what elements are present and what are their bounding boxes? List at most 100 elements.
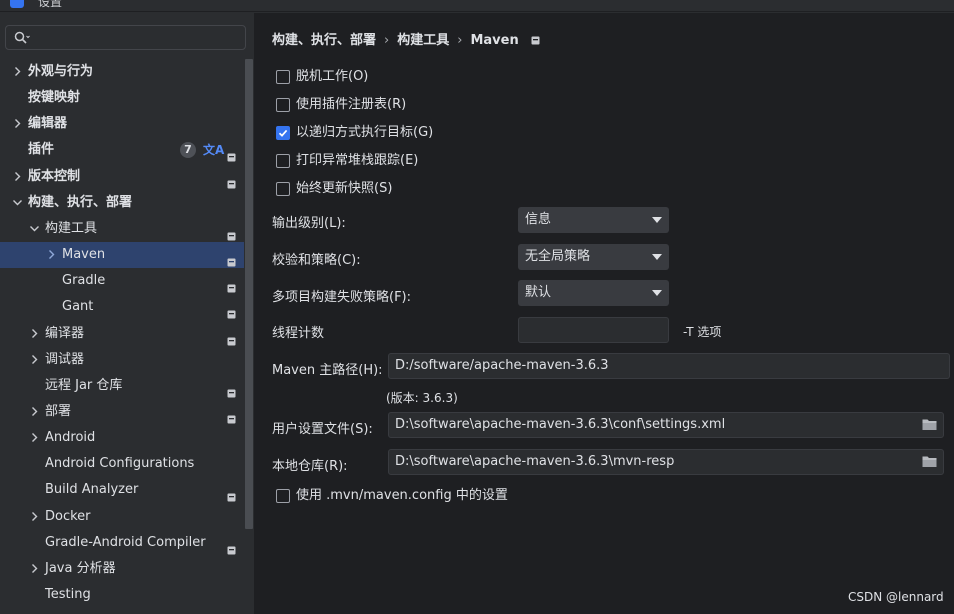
sidebar-item-label: Gant [62,299,94,315]
folder-icon[interactable] [922,418,937,431]
chevron-right-icon[interactable] [29,321,41,347]
chevron-right-icon[interactable] [29,347,41,373]
pin-icon [227,277,236,293]
chevron-down-icon[interactable] [12,190,24,216]
checkbox-label: 始终更新快照(S) [296,181,393,196]
maven-home-label: Maven 主路径(H): [272,363,383,378]
sidebar-item[interactable]: Java 分析器 [0,556,244,582]
pin-icon [227,146,236,162]
sidebar-item-label: Android Configurations [45,456,195,472]
chevron-right-icon: › [457,33,463,48]
sidebar-item-label: 版本控制 [28,168,81,184]
sidebar-item[interactable]: Docker [0,504,244,530]
input-value: D:/software/apache-maven-3.6.3 [395,358,609,373]
pin-icon [227,330,236,345]
pin-icon [531,34,540,49]
sidebar-item[interactable]: Gant [0,294,244,320]
dropdown-arrow-icon [652,290,662,296]
breadcrumb: 构建、执行、部署 › 构建工具 › Maven [272,29,540,49]
sidebar-item[interactable]: Android Configurations [0,451,244,477]
select-value: 默认 [525,285,552,300]
chevron-right-icon[interactable] [46,242,58,268]
folder-icon[interactable] [922,455,937,468]
checksum-policy-select[interactable]: 无全局策略 [518,244,669,270]
chevron-right-icon[interactable] [29,399,41,425]
sidebar-item[interactable]: Build Analyzer [0,477,244,503]
checkbox-label: 脱机工作(O) [296,69,369,84]
chevron-right-icon[interactable] [12,59,24,85]
local-repo-label: 本地仓库(R): [272,459,348,474]
breadcrumb-item[interactable]: 构建工具 [397,33,449,48]
user-settings-input[interactable]: D:\software\apache-maven-3.6.3\conf\sett… [388,412,944,438]
sidebar-item[interactable]: 编译器 [0,321,244,347]
chevron-right-icon[interactable] [12,111,24,137]
search-icon [14,31,30,44]
sidebar-item-label: Build Analyzer [45,482,139,498]
sidebar-item[interactable]: 部署 [0,399,244,425]
output-level-select[interactable]: 信息 [518,207,669,233]
maven-settings-panel: 构建、执行、部署 › 构建工具 › Maven 脱机工作(O) 使用插件注册表(R) 以… [254,13,954,614]
chevron-right-icon: › [384,33,390,48]
checkbox-label: 使用插件注册表(R) [296,97,407,112]
checkbox-box[interactable] [276,154,290,168]
sidebar-item[interactable]: 按键映射 [0,85,244,111]
maven-home-input[interactable]: D:/software/apache-maven-3.6.3 [388,353,950,379]
checkbox-label: 打印异常堆栈跟踪(E) [296,153,419,168]
input-value: D:\software\apache-maven-3.6.3\mvn-resp [395,454,675,469]
pin-icon [227,382,236,398]
checkbox-box[interactable] [276,182,290,196]
chevron-down-icon[interactable] [29,216,41,242]
watermark: CSDN @lennard [848,590,944,604]
sidebar-item[interactable]: 调试器 [0,347,244,373]
window-title: 设置 [38,0,63,9]
multiproject-fail-select[interactable]: 默认 [518,280,669,306]
sidebar-item-label: Android [45,430,96,446]
sidebar-item[interactable]: 构建工具 [0,216,244,242]
translate-icon: 文A [203,143,225,158]
checkbox-box[interactable] [276,70,290,84]
output-level-label: 输出级别(L): [272,216,346,231]
chevron-right-icon[interactable] [29,425,41,451]
settings-window: 设置 外观与行为 按键映射 编辑器 插件 7 文A 版本控制 构建、执行、部署 构建工具 Mave… [0,0,954,614]
sidebar-item-label: 插件 [28,142,55,158]
breadcrumb-item: Maven [470,33,519,48]
sidebar-scrollbar[interactable] [245,59,253,529]
checkbox-box[interactable] [276,98,290,112]
sidebar-item[interactable]: 版本控制 [0,164,244,190]
settings-sidebar: 外观与行为按键映射编辑器插件 7 文A 版本控制构建、执行、部署构建工具 Maven Gr… [0,13,254,614]
sidebar-item[interactable]: 编辑器 [0,111,244,137]
sidebar-item[interactable]: Testing [0,582,244,608]
sidebar-item-label: 编辑器 [28,116,68,132]
sidebar-item[interactable]: 远程 Jar 仓库 [0,373,244,399]
sidebar-item[interactable]: Android [0,425,244,451]
sidebar-item[interactable]: 构建、执行、部署 [0,190,244,216]
local-repo-input[interactable]: D:\software\apache-maven-3.6.3\mvn-resp [388,449,944,475]
checkbox-box[interactable] [276,126,290,140]
chevron-right-icon[interactable] [29,556,41,582]
sidebar-item-label: Testing [45,587,91,602]
pin-icon [227,303,236,319]
select-value: 无全局策略 [525,249,591,264]
sidebar-item[interactable]: 外观与行为 [0,59,244,85]
sidebar-item[interactable]: Gradle-Android Compiler [0,530,244,556]
dropdown-arrow-icon [652,254,662,260]
sidebar-item-label: 外观与行为 [28,64,94,79]
sidebar-item-label: 构建工具 [45,220,98,236]
update-count-badge: 7 [180,142,196,159]
sidebar-item[interactable]: Maven [0,242,244,269]
app-icon [10,0,24,8]
pin-icon [227,486,236,502]
search-input[interactable] [5,25,246,50]
chevron-right-icon[interactable] [29,504,41,530]
sidebar-item-label: 远程 Jar 仓库 [45,377,123,393]
checkbox-box[interactable] [276,489,290,503]
sidebar-item-label: 构建、执行、部署 [28,194,133,210]
chevron-right-icon[interactable] [12,164,24,190]
breadcrumb-item[interactable]: 构建、执行、部署 [272,33,376,48]
sidebar-item[interactable]: Gradle [0,268,244,294]
sidebar-item-label: Maven [62,247,106,263]
sidebar-item[interactable]: 插件 7 文A [0,137,244,163]
checkbox-label: 使用 .mvn/maven.config 中的设置 [296,488,508,503]
sidebar-item-label: 编译器 [45,325,85,341]
thread-count-input[interactable] [518,317,669,343]
